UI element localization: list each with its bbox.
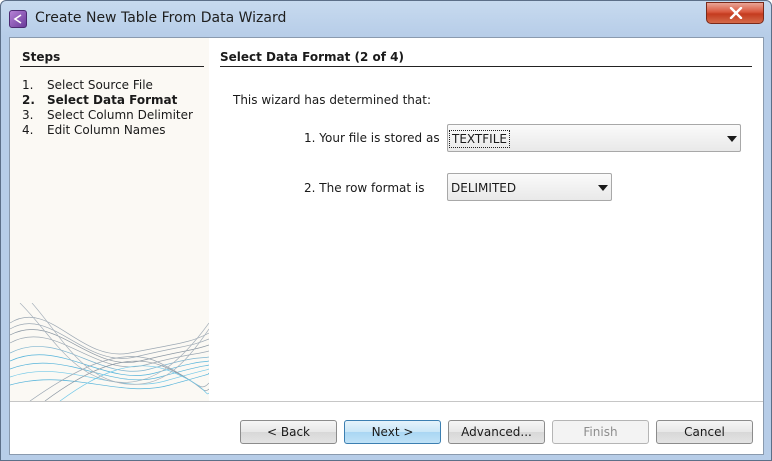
finish-button[interactable]: Finish xyxy=(552,420,649,444)
step-label: Select Data Format xyxy=(47,93,178,107)
wizard-app-icon xyxy=(9,10,27,28)
steps-header: Steps xyxy=(22,50,61,64)
decorative-waves-graphic xyxy=(10,303,209,401)
row-format-value: DELIMITED xyxy=(451,181,517,195)
row-format-label: 2. The row format is xyxy=(304,181,425,195)
dropdown-arrow-icon xyxy=(598,185,608,191)
step-label: Select Column Delimiter xyxy=(47,108,193,122)
close-icon xyxy=(729,7,743,19)
steps-divider xyxy=(20,66,204,67)
file-storage-dropdown[interactable]: TEXTFILE xyxy=(447,124,741,152)
step-item-2-current: 2. Select Data Format xyxy=(22,93,178,107)
wizard-window: Create New Table From Data Wizard Steps … xyxy=(0,0,772,461)
file-storage-label: 1. Your file is stored as xyxy=(304,131,440,145)
window-title: Create New Table From Data Wizard xyxy=(35,10,287,26)
back-button[interactable]: < Back xyxy=(240,420,337,444)
steps-list: 1. Select Source File 2. Select Data Forma… xyxy=(22,78,193,138)
wizard-body: Steps 1. Select Source File 2. Select Data… xyxy=(9,37,764,455)
step-item-4: 4. Edit Column Names xyxy=(22,123,166,137)
file-storage-value: TEXTFILE xyxy=(449,130,510,148)
next-button[interactable]: Next > xyxy=(344,420,441,444)
page-title: Select Data Format (2 of 4) xyxy=(220,50,405,64)
title-bar[interactable]: Create New Table From Data Wizard xyxy=(1,1,771,37)
step-label: Select Source File xyxy=(47,78,153,92)
dropdown-arrow-icon xyxy=(727,136,737,142)
step-label: Edit Column Names xyxy=(47,123,166,137)
advanced-button[interactable]: Advanced... xyxy=(448,420,545,444)
step-item-1: 1. Select Source File xyxy=(22,78,153,92)
footer-divider xyxy=(10,401,763,402)
step-item-3: 3. Select Column Delimiter xyxy=(22,108,193,122)
steps-panel: Steps 1. Select Source File 2. Select Data… xyxy=(10,38,209,401)
intro-text: This wizard has determined that: xyxy=(233,93,431,107)
page-title-divider xyxy=(220,66,752,67)
row-format-dropdown[interactable]: DELIMITED xyxy=(447,173,612,201)
cancel-button[interactable]: Cancel xyxy=(656,420,753,444)
close-button[interactable] xyxy=(706,2,764,24)
